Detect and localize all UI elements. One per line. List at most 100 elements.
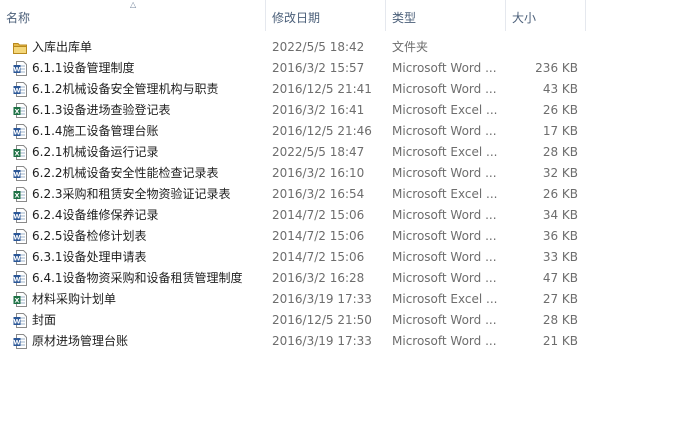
file-row[interactable]: W 6.2.2机械设备安全性能检查记录表 2016/3/2 16:10 Microso… [0, 163, 692, 184]
file-name: 原材进场管理台账 [32, 334, 129, 348]
word-document-icon: W [13, 250, 27, 265]
file-type: Microsoft Word ... [392, 208, 497, 222]
file-size: 43 KB [542, 82, 578, 96]
file-modified-date: 2014/7/2 15:06 [272, 208, 365, 222]
file-row[interactable]: W 6.3.1设备处理申请表 2014/7/2 15:06 Microsoft Wor… [0, 247, 692, 268]
file-row[interactable]: 入库出库单 2022/5/5 18:42 文件夹 [0, 37, 692, 58]
file-row[interactable]: W 6.1.2机械设备安全管理机构与职责 2016/12/5 21:41 Micros… [0, 79, 692, 100]
file-name: 6.2.1机械设备运行记录 [32, 145, 159, 159]
file-modified-date: 2016/12/5 21:41 [272, 82, 372, 96]
file-modified-date: 2016/3/2 16:28 [272, 271, 365, 285]
file-row[interactable]: W 6.1.4施工设备管理台账 2016/12/5 21:46 Microsoft W… [0, 121, 692, 142]
file-row[interactable]: X 材料采购计划单 2016/3/19 17:33 Microsoft Excel .… [0, 289, 692, 310]
word-document-icon: W [13, 82, 27, 97]
file-size: 34 KB [542, 208, 578, 222]
svg-text:X: X [14, 150, 19, 158]
file-row[interactable]: W 6.2.5设备检修计划表 2014/7/2 15:06 Microsoft Wor… [0, 226, 692, 247]
column-header-type[interactable]: 类型 [386, 0, 506, 31]
column-header-date[interactable]: 修改日期 [266, 0, 386, 31]
file-type: Microsoft Word ... [392, 271, 497, 285]
file-modified-date: 2016/3/2 16:10 [272, 166, 365, 180]
word-document-icon: W [13, 61, 27, 76]
file-size: 26 KB [542, 187, 578, 201]
file-row[interactable]: W 原材进场管理台账 2016/3/19 17:33 Microsoft Word .… [0, 331, 692, 352]
file-modified-date: 2016/3/19 17:33 [272, 334, 372, 348]
file-name: 6.2.2机械设备安全性能检查记录表 [32, 166, 219, 180]
word-document-icon: W [13, 313, 27, 328]
file-type: Microsoft Excel ... [392, 145, 498, 159]
file-size: 26 KB [542, 103, 578, 117]
column-header-name[interactable]: 名称 [0, 0, 266, 31]
file-modified-date: 2016/3/2 16:54 [272, 187, 365, 201]
file-name: 6.2.5设备检修计划表 [32, 229, 147, 243]
svg-text:W: W [13, 276, 20, 284]
file-name: 材料采购计划单 [32, 292, 117, 306]
excel-document-icon: X [13, 187, 27, 202]
file-type: Microsoft Excel ... [392, 292, 498, 306]
file-modified-date: 2022/5/5 18:47 [272, 145, 365, 159]
file-name: 6.1.1设备管理制度 [32, 61, 135, 75]
file-name: 6.2.4设备维修保养记录 [32, 208, 159, 222]
file-name: 封面 [32, 313, 57, 327]
file-modified-date: 2016/12/5 21:50 [272, 313, 372, 327]
svg-text:W: W [13, 255, 20, 263]
svg-text:X: X [14, 108, 19, 116]
excel-document-icon: X [13, 145, 27, 160]
word-document-icon: W [13, 166, 27, 181]
svg-text:W: W [13, 129, 20, 137]
file-type: Microsoft Word ... [392, 82, 497, 96]
file-type: Microsoft Word ... [392, 229, 497, 243]
file-modified-date: 2016/12/5 21:46 [272, 124, 372, 138]
svg-text:W: W [13, 171, 20, 179]
file-size: 17 KB [542, 124, 578, 138]
file-modified-date: 2016/3/19 17:33 [272, 292, 372, 306]
file-row[interactable]: X 6.1.3设备进场查验登记表 2016/3/2 16:41 Microsoft E… [0, 100, 692, 121]
file-modified-date: 2016/3/2 15:57 [272, 61, 365, 75]
word-document-icon: W [13, 124, 27, 139]
file-type: Microsoft Excel ... [392, 103, 498, 117]
file-row[interactable]: W 6.4.1设备物资采购和设备租赁管理制度 2016/3/2 16:28 Micro… [0, 268, 692, 289]
file-type: Microsoft Word ... [392, 61, 497, 75]
file-name: 6.1.3设备进场查验登记表 [32, 103, 171, 117]
file-type: Microsoft Word ... [392, 334, 497, 348]
svg-text:W: W [13, 213, 20, 221]
file-size: 28 KB [542, 145, 578, 159]
svg-text:W: W [13, 66, 20, 74]
file-name: 6.3.1设备处理申请表 [32, 250, 147, 264]
file-type: 文件夹 [392, 40, 429, 54]
svg-text:X: X [14, 297, 19, 305]
folder-icon [13, 40, 27, 55]
svg-text:X: X [14, 192, 19, 200]
file-type: Microsoft Word ... [392, 124, 497, 138]
file-row[interactable]: X 6.2.3采购和租赁安全物资验证记录表 2016/3/2 16:54 Micros… [0, 184, 692, 205]
file-name: 6.1.4施工设备管理台账 [32, 124, 159, 138]
svg-text:W: W [13, 318, 20, 326]
file-size: 236 KB [535, 61, 578, 75]
column-header-size[interactable]: 大小 [506, 0, 586, 31]
file-modified-date: 2022/5/5 18:42 [272, 40, 365, 54]
file-type: Microsoft Word ... [392, 250, 497, 264]
file-size: 47 KB [542, 271, 578, 285]
file-size: 32 KB [542, 166, 578, 180]
file-size: 27 KB [542, 292, 578, 306]
word-document-icon: W [13, 229, 27, 244]
file-type: Microsoft Excel ... [392, 187, 498, 201]
file-modified-date: 2016/3/2 16:41 [272, 103, 365, 117]
svg-text:W: W [13, 87, 20, 95]
file-size: 33 KB [542, 250, 578, 264]
file-type: Microsoft Word ... [392, 313, 497, 327]
svg-text:W: W [13, 234, 20, 242]
file-size: 36 KB [542, 229, 578, 243]
file-row[interactable]: W 6.2.4设备维修保养记录 2014/7/2 15:06 Microsoft Wo… [0, 205, 692, 226]
file-row[interactable]: W 6.1.1设备管理制度 2016/3/2 15:57 Microsoft Word… [0, 58, 692, 79]
file-row[interactable]: X 6.2.1机械设备运行记录 2022/5/5 18:47 Microsoft Ex… [0, 142, 692, 163]
file-type: Microsoft Word ... [392, 166, 497, 180]
excel-document-icon: X [13, 103, 27, 118]
file-size [504, 37, 578, 58]
file-size: 28 KB [542, 313, 578, 327]
word-document-icon: W [13, 271, 27, 286]
column-header-bar: △ 名称 修改日期 类型 大小 [0, 0, 692, 32]
file-modified-date: 2014/7/2 15:06 [272, 229, 365, 243]
file-row[interactable]: W 封面 2016/12/5 21:50 Microsoft Word ... 28 K… [0, 310, 692, 331]
word-document-icon: W [13, 208, 27, 223]
